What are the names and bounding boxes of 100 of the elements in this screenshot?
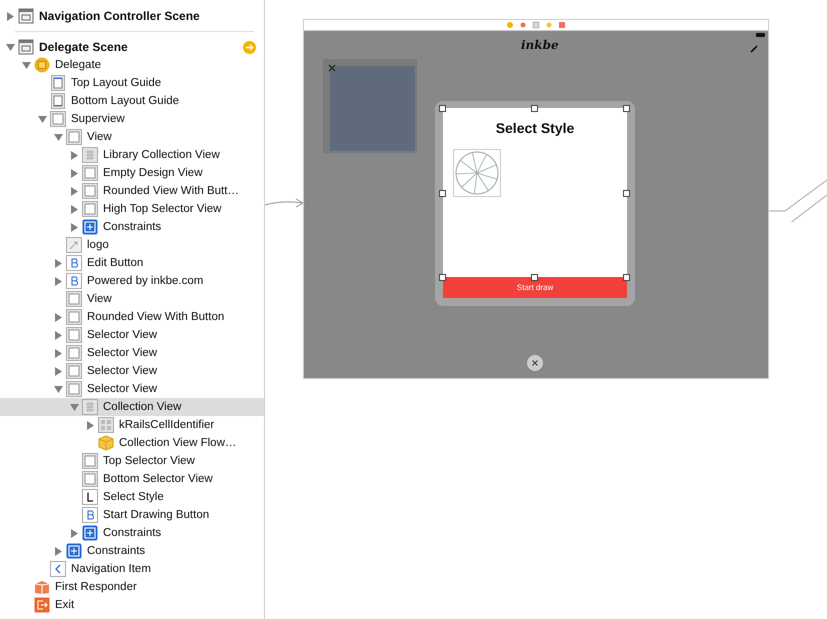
wheel-thumbnail[interactable] — [453, 149, 501, 197]
outline-label: Powered by inkbe.com — [87, 275, 204, 287]
start-draw-button[interactable]: Start draw — [443, 277, 627, 298]
constraints-icon — [82, 219, 98, 235]
resize-handle[interactable] — [623, 105, 630, 112]
expanded-triangle-icon[interactable] — [6, 42, 14, 52]
expanded-triangle-icon[interactable] — [70, 402, 78, 412]
outline-item[interactable]: Delegate Scene — [0, 38, 264, 56]
collapsed-triangle-icon[interactable] — [54, 366, 62, 376]
outline-item[interactable]: Bottom Selector View — [0, 470, 264, 488]
outline-item[interactable]: Top Layout Guide — [0, 74, 264, 92]
view-icon — [66, 129, 82, 145]
collapsed-triangle-icon[interactable] — [86, 420, 94, 430]
outline-item[interactable]: kRailsCellIdentifier — [0, 416, 264, 434]
collapsed-triangle-icon[interactable] — [70, 150, 78, 160]
outline-item[interactable]: Selector View — [0, 380, 264, 398]
outline-item[interactable]: Constraints — [0, 542, 264, 560]
outline-label: Rounded View With Button — [87, 311, 224, 323]
scene-frame[interactable]: inkbe Select Style Start draw — [303, 19, 769, 379]
outline-item[interactable]: Top Selector View — [0, 452, 264, 470]
outline-item[interactable]: Powered by inkbe.com — [0, 272, 264, 290]
outline-item[interactable]: Constraints — [0, 218, 264, 236]
outline-item[interactable]: Constraints — [0, 524, 264, 542]
outline-item[interactable]: Library Collection View — [0, 146, 264, 164]
collapsed-triangle-icon[interactable] — [54, 258, 62, 268]
view-icon — [66, 291, 82, 307]
outline-label: Library Collection View — [103, 149, 220, 161]
collapsed-triangle-icon[interactable] — [70, 222, 78, 232]
outline-item[interactable]: logo — [0, 236, 264, 254]
logo: inkbe — [521, 38, 559, 52]
constraints-icon — [82, 525, 98, 541]
resize-handle[interactable] — [623, 190, 630, 196]
close-icon[interactable] — [328, 64, 336, 72]
view-icon — [82, 183, 98, 199]
collapsed-triangle-icon[interactable] — [70, 528, 78, 538]
collapsed-triangle-icon[interactable] — [54, 330, 62, 340]
outline-label: Bottom Selector View — [103, 473, 213, 485]
segue-arrow — [265, 198, 305, 210]
outline-label: logo — [87, 239, 109, 251]
resize-handle[interactable] — [439, 274, 446, 281]
outline-item[interactable]: Bottom Layout Guide — [0, 92, 264, 110]
pencil-icon[interactable] — [750, 45, 758, 53]
collapsed-triangle-icon[interactable] — [6, 12, 14, 20]
outline-label: Rounded View With Butt… — [103, 185, 239, 197]
outline-label: Constraints — [103, 527, 162, 539]
outline-label: Selector View — [87, 383, 158, 395]
collapsed-triangle-icon[interactable] — [54, 312, 62, 322]
grid-icon — [82, 399, 98, 415]
outline-label: Delegate — [55, 59, 102, 71]
outline-label: Selector View — [87, 347, 158, 359]
collapsed-triangle-icon[interactable] — [54, 348, 62, 358]
view-icon — [82, 471, 98, 487]
image-icon — [66, 237, 82, 253]
view-icon — [82, 165, 98, 181]
outline-item[interactable]: View — [0, 128, 264, 146]
outline-item[interactable]: Collection View Flow… — [0, 434, 264, 452]
close-icon[interactable] — [527, 355, 543, 371]
outline-label: Start Drawing Button — [103, 509, 210, 521]
outline-item[interactable]: Select Style — [0, 488, 264, 506]
cube-icon — [98, 435, 114, 451]
outline-item[interactable]: Selector View — [0, 362, 264, 380]
outline-label: Empty Design View — [103, 167, 202, 179]
outline-item[interactable]: Collection View — [0, 398, 264, 416]
resize-handle[interactable] — [531, 105, 538, 112]
outline-item[interactable]: High Top Selector View — [0, 200, 264, 218]
outline-item[interactable]: Navigation Controller Scene — [0, 7, 264, 25]
outline-item[interactable]: Edit Button — [0, 254, 264, 272]
outline-item[interactable]: Rounded View With Butt… — [0, 182, 264, 200]
view-icon — [66, 345, 82, 361]
outline-item[interactable]: Rounded View With Button — [0, 308, 264, 326]
outline-label: Collection View — [103, 401, 182, 413]
outline-item[interactable]: View — [0, 290, 264, 308]
collapsed-triangle-icon[interactable] — [70, 168, 78, 178]
collapsed-triangle-icon[interactable] — [54, 276, 62, 286]
outline-item[interactable]: Navigation Item — [0, 560, 264, 578]
expanded-triangle-icon[interactable] — [54, 384, 62, 394]
battery-icon — [756, 33, 765, 37]
outline-item[interactable]: First Responder — [0, 578, 264, 596]
resize-handle[interactable] — [439, 105, 446, 112]
outline-item[interactable]: Selector View — [0, 326, 264, 344]
outline-item[interactable]: Delegate — [0, 56, 264, 74]
dock-icons-drawing[interactable] — [506, 21, 566, 29]
expanded-triangle-icon[interactable] — [38, 114, 46, 124]
outline-item[interactable]: Exit — [0, 596, 264, 614]
label-icon — [82, 489, 98, 505]
view-icon — [66, 327, 82, 343]
expanded-triangle-icon[interactable] — [54, 132, 62, 142]
outline-item[interactable]: Superview — [0, 110, 264, 128]
resize-handle[interactable] — [439, 190, 446, 196]
collapsed-triangle-icon[interactable] — [54, 546, 62, 556]
view-icon — [82, 201, 98, 217]
expanded-triangle-icon[interactable] — [22, 60, 30, 70]
outline-item[interactable]: Selector View — [0, 344, 264, 362]
outline-item[interactable]: Start Drawing Button — [0, 506, 264, 524]
collapsed-triangle-icon[interactable] — [70, 204, 78, 214]
outline-item[interactable]: Empty Design View — [0, 164, 264, 182]
collapsed-triangle-icon[interactable] — [70, 186, 78, 196]
resize-handle[interactable] — [531, 274, 538, 281]
outline-label: High Top Selector View — [103, 203, 222, 215]
resize-handle[interactable] — [623, 274, 630, 281]
